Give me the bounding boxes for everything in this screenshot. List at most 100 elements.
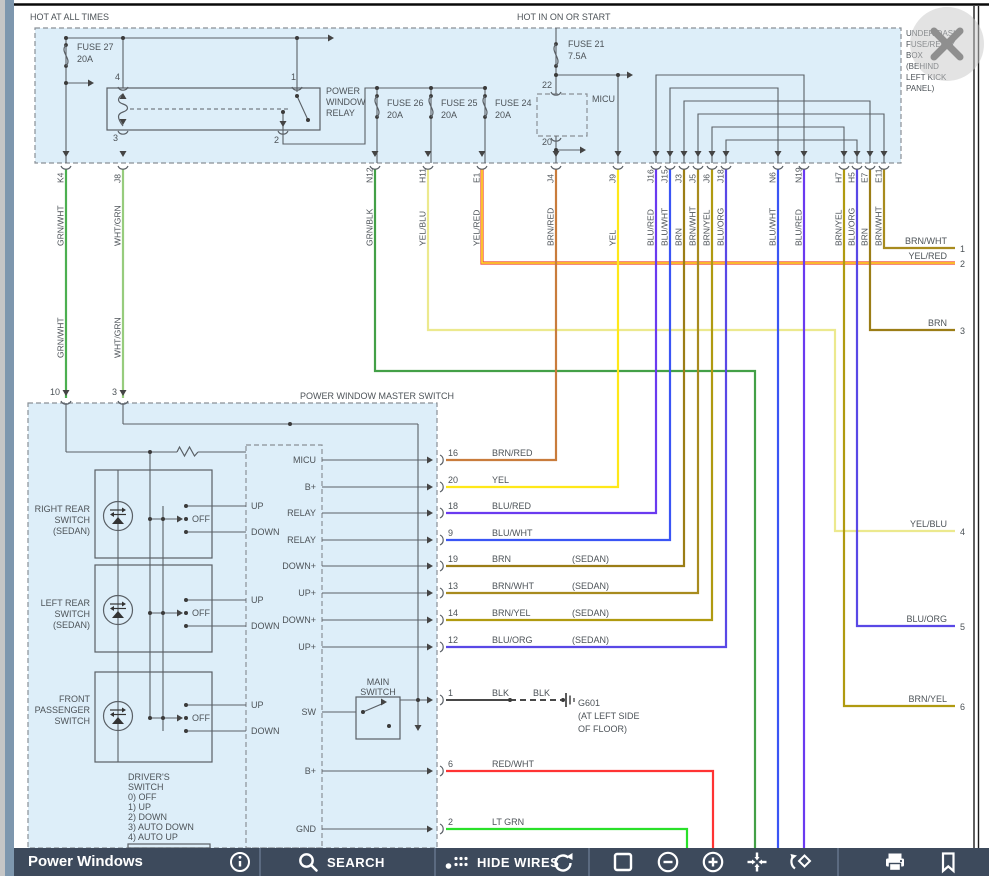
- pin-name-label: B+: [305, 482, 316, 492]
- exit-number-label: 4: [960, 527, 965, 537]
- junction-dot: [184, 598, 188, 602]
- diagram-label: SWITCH: [55, 609, 91, 619]
- diagram-label: 3) AUTO DOWN: [128, 822, 194, 832]
- refresh-button[interactable]: [551, 850, 575, 874]
- wire-color-label: YEL/RED: [908, 251, 947, 261]
- connector-id-label: J8: [113, 174, 123, 183]
- connector-bump: [440, 561, 443, 571]
- wire-color-label: BRN/YEL: [492, 608, 531, 618]
- search-button[interactable]: SEARCH: [296, 850, 385, 874]
- wire-color-label: BRN/WHT: [492, 581, 534, 591]
- connector-bump: [440, 455, 443, 465]
- junction-dot: [416, 698, 420, 702]
- reset-rotation-button[interactable]: [787, 850, 813, 874]
- zoom-out-button[interactable]: [656, 850, 680, 874]
- diagram-label: 20A: [495, 110, 511, 120]
- diagram-label: WINDOW: [326, 97, 366, 107]
- diagram-label: 0) OFF: [128, 792, 157, 802]
- diagram-label: 1) UP: [128, 802, 151, 812]
- diagram-label: 4: [115, 72, 120, 82]
- wire-color-label: BRN/WHT: [905, 236, 947, 246]
- diagram-label: WHT/GRN: [113, 317, 123, 358]
- wire-color-label: BLU/WHT: [768, 208, 778, 246]
- junction-dot: [429, 86, 433, 90]
- wire-color-label: BLU/ORG: [492, 635, 533, 645]
- diagram-label: 20A: [441, 110, 457, 120]
- bookmark-icon: [936, 850, 960, 874]
- pin-name-label: DOWN+: [282, 615, 316, 625]
- diagram-label: FUSE 27: [77, 42, 114, 52]
- pin-number-label: 16: [448, 448, 458, 458]
- diagram-label: UP: [251, 595, 264, 605]
- hide-wires-button[interactable]: HIDE WIRES: [444, 850, 559, 874]
- wire-color-label: BRN: [860, 228, 870, 246]
- connector-id-label: H7: [834, 172, 844, 183]
- diagram-label: SWITCH: [360, 687, 396, 697]
- connector-id-label: J5: [688, 174, 698, 183]
- sedan-note-label: (SEDAN): [572, 554, 609, 564]
- diagram-label: MICU: [592, 94, 615, 104]
- diagram-label: PASSENGER: [35, 705, 91, 715]
- sedan-note-label: (SEDAN): [572, 635, 609, 645]
- connector-bump: [773, 166, 783, 169]
- pin-name-label: UP+: [298, 588, 316, 598]
- info-button[interactable]: [228, 850, 252, 874]
- wire-color-label: YEL: [608, 230, 618, 246]
- junction-dot: [148, 517, 152, 521]
- diagram-label: FRONT: [59, 694, 90, 704]
- pin-name-label: RELAY: [287, 535, 316, 545]
- diagram-label: BLK: [533, 688, 550, 698]
- wire-bplus-red-wht: [446, 771, 713, 848]
- junction-dot: [561, 698, 565, 702]
- pin-number-label: 1: [448, 688, 453, 698]
- diagram-label: MAIN: [367, 677, 390, 687]
- junction-dot: [148, 450, 152, 454]
- junction-dot: [184, 624, 188, 628]
- connector-id-label: J3: [674, 174, 684, 183]
- connector-id-label: J16: [646, 169, 656, 183]
- wire-color-label: BRN/YEL: [908, 694, 947, 704]
- pin-name-label: B+: [305, 766, 316, 776]
- wire-e7-brn: [870, 169, 955, 330]
- wire-color-label: YEL: [492, 475, 509, 485]
- junction-dot: [295, 36, 299, 40]
- wire-color-label: BRN: [928, 318, 947, 328]
- diagram-label: (AT LEFT SIDE: [578, 711, 640, 721]
- junction-dot: [375, 86, 379, 90]
- wire-color-label: BLK: [492, 688, 509, 698]
- connector-bump: [707, 166, 717, 169]
- junction-dot: [184, 530, 188, 534]
- connector-bump: [477, 166, 487, 169]
- diagram-label: 20: [542, 137, 552, 147]
- sedan-note-label: (SEDAN): [572, 581, 609, 591]
- zoom-in-button[interactable]: [701, 850, 725, 874]
- rotate-diamond-icon: [787, 850, 813, 874]
- connector-id-label: J9: [608, 174, 618, 183]
- junction-dot: [184, 729, 188, 733]
- diagram-label: UP: [251, 700, 264, 710]
- fit-screen-button[interactable]: [611, 850, 635, 874]
- wire-color-label: YEL/BLU: [418, 211, 428, 246]
- diagram-label: G601: [578, 698, 600, 708]
- junction-dot: [64, 36, 68, 40]
- wire-color-label: BRN/YEL: [702, 209, 712, 246]
- connector-bump: [440, 824, 443, 834]
- wire-color-label: BLU/RED: [794, 209, 804, 246]
- wire-color-label: BRN/WHT: [874, 206, 884, 246]
- print-button[interactable]: [883, 850, 907, 874]
- junction-dot: [161, 611, 165, 615]
- wire-gnd-lt-grn: [446, 829, 687, 848]
- diagram-label: POWER WINDOW MASTER SWITCH: [300, 391, 454, 401]
- center-view-button[interactable]: [745, 850, 769, 874]
- under-dash-fuse-relay-box: [35, 28, 901, 163]
- connector-id-label: E1: [472, 172, 482, 183]
- connector-id-label: E11: [874, 168, 884, 183]
- bookmark-button[interactable]: [936, 850, 960, 874]
- connector-bump: [440, 535, 443, 545]
- wire-color-label: BRN/RED: [492, 448, 533, 458]
- wire-j6-brn-yel: [446, 169, 712, 620]
- close-button[interactable]: [910, 7, 984, 81]
- exit-number-label: 2: [960, 259, 965, 269]
- pin-name-label: RELAY: [287, 508, 316, 518]
- connector-id-label: H5: [847, 172, 857, 183]
